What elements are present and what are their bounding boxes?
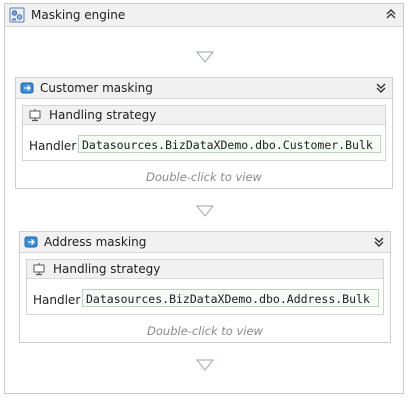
masking-activity-icon	[20, 82, 34, 94]
handling-strategy-panel[interactable]: Handling strategy Handler Datasources.Bi…	[22, 105, 386, 161]
double-click-hint: Double-click to view	[147, 324, 263, 338]
address-masking-header[interactable]: Address masking	[20, 232, 390, 253]
masking-engine-title: Masking engine	[31, 8, 126, 22]
down-triangle-icon	[195, 51, 215, 63]
masking-engine-header[interactable]: Masking engine	[5, 4, 403, 27]
masking-activity-icon	[24, 236, 38, 248]
down-triangle-icon	[195, 359, 215, 371]
chevron-double-down-icon[interactable]	[374, 81, 388, 95]
address-masking-title: Address masking	[44, 235, 147, 249]
masking-engine-icon	[9, 7, 25, 23]
handler-field[interactable]: Datasources.BizDataXDemo.dbo.Address.Bul…	[82, 289, 379, 307]
chevron-double-down-icon[interactable]	[372, 235, 386, 249]
down-triangle-icon	[195, 205, 215, 217]
handler-label: Handler	[29, 139, 77, 153]
handling-strategy-title: Handling strategy	[49, 108, 157, 122]
handling-strategy-icon	[29, 109, 41, 122]
customer-masking-header[interactable]: Customer masking	[16, 78, 392, 99]
handling-strategy-title: Handling strategy	[53, 262, 161, 276]
handling-strategy-header: Handling strategy	[23, 106, 385, 125]
handling-strategy-header: Handling strategy	[27, 260, 383, 279]
handling-strategy-icon	[33, 263, 45, 276]
handling-strategy-panel[interactable]: Handling strategy Handler Datasources.Bi…	[26, 259, 384, 315]
handler-field[interactable]: Datasources.BizDataXDemo.dbo.Customer.Bu…	[78, 135, 381, 153]
customer-masking-title: Customer masking	[40, 81, 153, 95]
handler-label: Handler	[33, 293, 81, 307]
address-masking-activity[interactable]: Address masking Handling strategy Handle…	[19, 231, 391, 343]
collapse-button[interactable]	[384, 7, 398, 21]
customer-masking-activity[interactable]: Customer masking Handling strategy Handl…	[15, 77, 393, 189]
double-click-hint: Double-click to view	[146, 170, 262, 184]
chevron-double-up-icon	[386, 9, 396, 19]
